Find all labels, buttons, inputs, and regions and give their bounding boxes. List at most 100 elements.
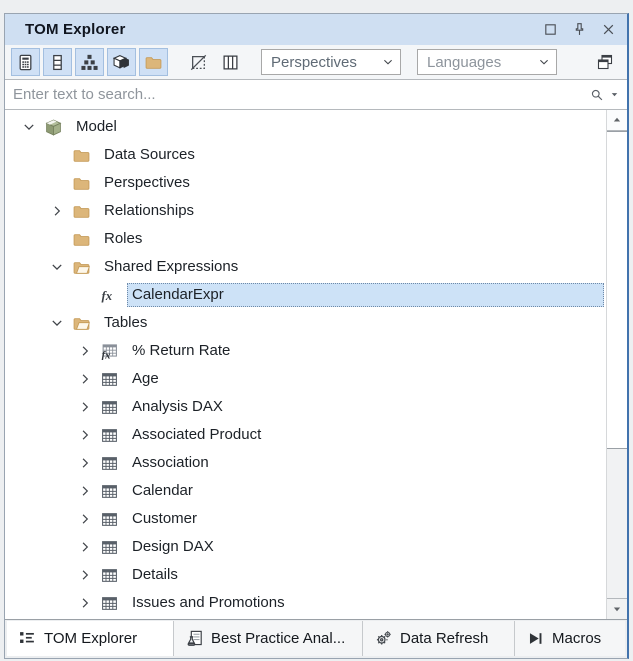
scroll-down-icon <box>611 603 623 615</box>
chevron-right-icon[interactable] <box>71 568 99 582</box>
tree-item-age[interactable]: Age <box>5 365 606 393</box>
folder-icon <box>71 147 92 164</box>
folder-icon <box>71 203 92 220</box>
toolbar-button-cube[interactable] <box>107 48 136 76</box>
perspectives-dropdown-value: Perspectives <box>271 54 382 71</box>
chevron-right-icon[interactable] <box>71 400 99 414</box>
tree-item-shared-expressions[interactable]: Shared Expressions <box>5 253 606 281</box>
tree-item-association[interactable]: Association <box>5 449 606 477</box>
tab-macros[interactable]: Macros <box>515 621 625 656</box>
toolbar-button-group <box>11 48 245 76</box>
folder-icon <box>71 231 92 248</box>
table-icon <box>99 371 120 388</box>
table-icon <box>99 595 120 612</box>
maximize-button[interactable] <box>539 19 561 41</box>
folder-icon <box>145 54 162 71</box>
tree-item-label: Analysis DAX <box>127 395 228 419</box>
calculator-icon <box>17 54 34 71</box>
tab-tom-explorer[interactable]: TOM Explorer <box>7 621 174 656</box>
tree-item-label: Calendar <box>127 479 198 503</box>
tree-item-relationships[interactable]: Relationships <box>5 197 606 225</box>
tree-item-design-dax[interactable]: Design DAX <box>5 533 606 561</box>
tree-item-calendar[interactable]: Calendar <box>5 477 606 505</box>
scrollbar-track[interactable] <box>607 131 627 598</box>
toolbar-button-calculator[interactable] <box>11 48 40 76</box>
tree-item-label: Model <box>71 115 122 139</box>
tree-item-tables[interactable]: Tables <box>5 309 606 337</box>
toolbar-button-rows[interactable] <box>43 48 72 76</box>
close-icon <box>601 22 616 37</box>
tab-data-refresh[interactable]: Data Refresh <box>363 621 515 656</box>
best-practice-icon <box>186 630 203 647</box>
vertical-scrollbar[interactable] <box>606 110 627 619</box>
search-options-caret-icon[interactable] <box>609 89 620 100</box>
tab-label: Macros <box>552 630 601 647</box>
tree-item-model[interactable]: Model <box>5 113 606 141</box>
tree-item-return-rate[interactable]: fx% Return Rate <box>5 337 606 365</box>
toolbar-button-folder[interactable] <box>139 48 168 76</box>
chevron-right-icon[interactable] <box>71 596 99 610</box>
chevron-right-icon[interactable] <box>43 204 71 218</box>
chevron-down-icon[interactable] <box>43 260 71 274</box>
languages-dropdown-value: Languages <box>427 54 538 71</box>
pin-button[interactable] <box>568 19 590 41</box>
chevron-right-icon[interactable] <box>71 540 99 554</box>
tree-item-label: Relationships <box>99 199 199 223</box>
chevron-down-icon[interactable] <box>15 120 43 134</box>
fx-icon: fx <box>99 287 120 304</box>
chevron-right-icon[interactable] <box>71 428 99 442</box>
hidden-objects-icon <box>190 54 207 71</box>
toolbar-button-hidden-objects[interactable] <box>184 48 213 76</box>
cube-icon <box>113 54 130 71</box>
columns-icon <box>222 54 239 71</box>
toolbar-button-columns[interactable] <box>216 48 245 76</box>
tree-item-label: Tables <box>99 311 152 335</box>
macros-icon <box>527 630 544 647</box>
tree-item-label: Customer <box>127 507 202 531</box>
tree-item-calendarexpr[interactable]: fx CalendarExpr <box>5 281 606 309</box>
tom-explorer-window: TOM Explorer Perspectives Languages Mode… <box>4 13 629 659</box>
scroll-down-button[interactable] <box>607 598 627 619</box>
chevron-right-icon[interactable] <box>71 456 99 470</box>
chevron-right-icon[interactable] <box>71 372 99 386</box>
chevron-right-icon[interactable] <box>71 344 99 358</box>
tree-item-details[interactable]: Details <box>5 561 606 589</box>
model-icon <box>43 119 64 136</box>
tab-label: Best Practice Anal... <box>211 630 345 647</box>
tree-item-label: CalendarExpr <box>127 283 604 307</box>
chevron-right-icon[interactable] <box>71 512 99 526</box>
perspectives-dropdown[interactable]: Perspectives <box>261 49 401 75</box>
tree-item-issues-and-promotions[interactable]: Issues and Promotions <box>5 589 606 617</box>
scroll-up-icon <box>611 114 623 126</box>
chevron-down-icon[interactable] <box>43 316 71 330</box>
tree-item-label: Associated Product <box>127 423 266 447</box>
tree-item-label: Roles <box>99 227 147 251</box>
tree-item-analysis-dax[interactable]: Analysis DAX <box>5 393 606 421</box>
table-icon <box>99 511 120 528</box>
tree-item-roles[interactable]: Roles <box>5 225 606 253</box>
table-icon <box>99 539 120 556</box>
languages-dropdown[interactable]: Languages <box>417 49 557 75</box>
tree-item-label: Perspectives <box>99 171 195 195</box>
scrollbar-thumb[interactable] <box>607 131 627 449</box>
cascade-windows-button[interactable] <box>591 48 619 76</box>
svg-text:fx: fx <box>102 350 112 359</box>
tab-best-practice-anal[interactable]: Best Practice Anal... <box>174 621 363 656</box>
tree-item-label: Association <box>127 451 214 475</box>
tree-item-perspectives[interactable]: Perspectives <box>5 169 606 197</box>
close-button[interactable] <box>597 19 619 41</box>
tree-item-customer[interactable]: Customer <box>5 505 606 533</box>
scroll-up-button[interactable] <box>607 110 627 131</box>
chevron-right-icon[interactable] <box>71 484 99 498</box>
titlebar: TOM Explorer <box>5 14 627 45</box>
tree-item-label: Shared Expressions <box>99 255 243 279</box>
search-input[interactable] <box>13 86 585 103</box>
toolbar-button-hierarchy[interactable] <box>75 48 104 76</box>
maximize-icon <box>543 22 558 37</box>
search-icon[interactable] <box>590 88 604 102</box>
tree-item-associated-product[interactable]: Associated Product <box>5 421 606 449</box>
tree-item-label: Issues and Promotions <box>127 591 290 615</box>
table-fx-icon: fx <box>99 343 120 360</box>
tree-item-label: Age <box>127 367 164 391</box>
tree-item-data-sources[interactable]: Data Sources <box>5 141 606 169</box>
